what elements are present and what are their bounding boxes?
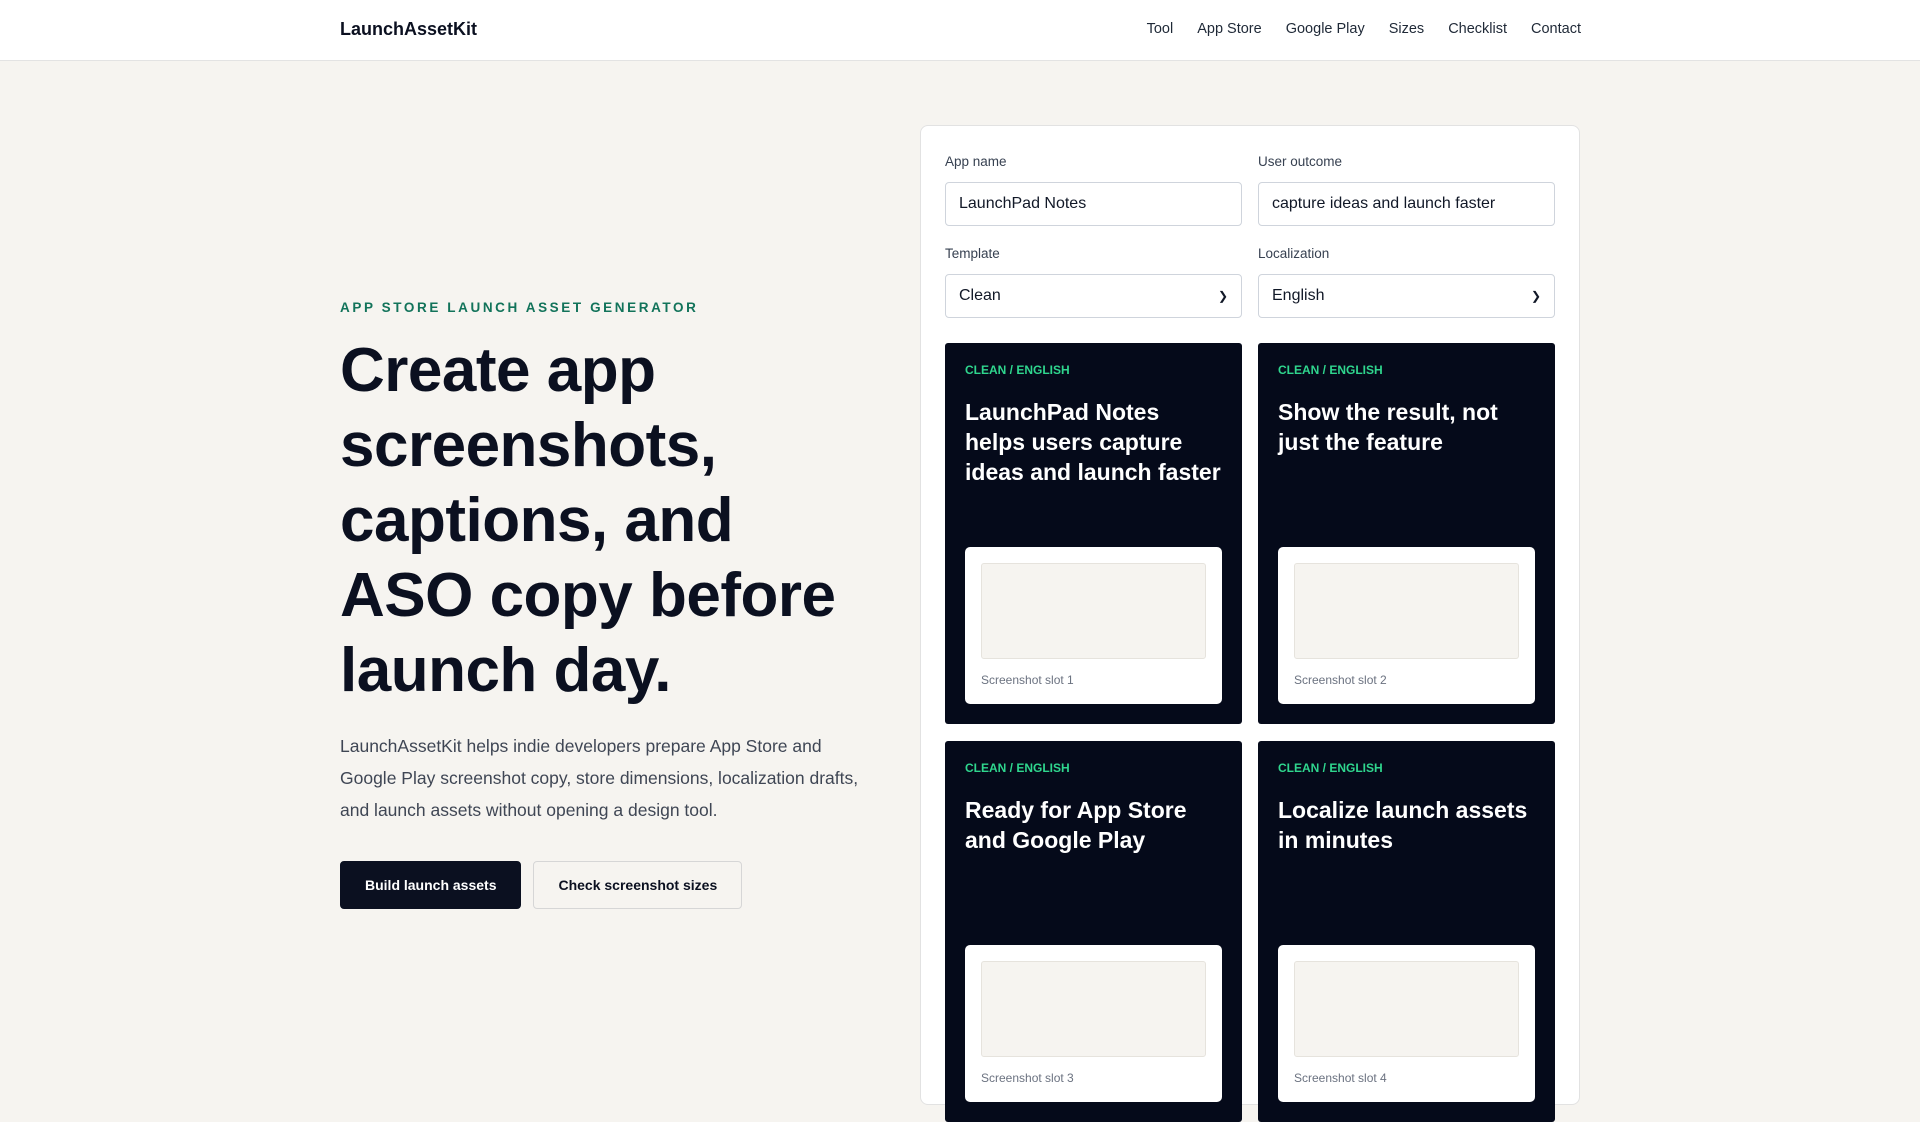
template-label: Template [945, 246, 1000, 261]
nav-link-sizes[interactable]: Sizes [1389, 21, 1424, 37]
user-outcome-label: User outcome [1258, 154, 1343, 169]
app-name-label: App name [945, 154, 1007, 169]
nav-link-app-store[interactable]: App Store [1197, 21, 1262, 37]
top-navigation-bar: LaunchAssetKit Tool App Store Google Pla… [0, 0, 1920, 61]
localization-select-value: English [1272, 287, 1325, 304]
template-select-value: Clean [959, 287, 1001, 304]
screenshot-slot-label: Screenshot slot 1 [981, 673, 1074, 687]
localization-select[interactable]: English ❯ [1258, 274, 1555, 318]
card-headline: Localize launch assets in minutes [1278, 797, 1528, 853]
preview-card-4: CLEAN / ENGLISH Localize launch assets i… [1258, 741, 1555, 1122]
brand-logo[interactable]: LaunchAssetKit [340, 19, 477, 40]
hero-description: LaunchAssetKit helps indie developers pr… [340, 736, 859, 820]
chevron-down-icon: ❯ [1530, 289, 1541, 303]
screenshot-frame: Screenshot slot 1 [965, 547, 1222, 704]
screenshot-placeholder[interactable] [1294, 961, 1519, 1057]
hero-title: Create app screenshots, captions, and AS… [340, 336, 836, 705]
card-headline: Ready for App Store and Google Play [965, 797, 1187, 853]
preview-card-1: CLEAN / ENGLISH LaunchPad Notes helps us… [945, 343, 1242, 724]
nav-link-checklist[interactable]: Checklist [1448, 21, 1507, 37]
card-tag: CLEAN / ENGLISH [965, 761, 1070, 775]
screenshot-placeholder[interactable] [1294, 563, 1519, 659]
build-launch-assets-button[interactable]: Build launch assets [340, 861, 522, 909]
screenshot-slot-label: Screenshot slot 3 [981, 1071, 1074, 1085]
card-tag: CLEAN / ENGLISH [1278, 761, 1383, 775]
hero-eyebrow: App Store Launch Asset Generator [340, 300, 699, 315]
card-headline: Show the result, not just the feature [1278, 399, 1498, 455]
main-nav: Tool App Store Google Play Sizes Checkli… [1147, 21, 1581, 37]
screenshot-placeholder[interactable] [981, 563, 1206, 659]
template-select[interactable]: Clean ❯ [945, 274, 1242, 318]
localization-label: Localization [1258, 246, 1330, 261]
screenshot-slot-label: Screenshot slot 2 [1294, 673, 1387, 687]
nav-link-google-play[interactable]: Google Play [1286, 21, 1365, 37]
screenshot-slot-label: Screenshot slot 4 [1294, 1071, 1387, 1085]
nav-link-contact[interactable]: Contact [1531, 21, 1581, 37]
hero-actions: Build launch assets Check screenshot siz… [340, 861, 880, 909]
card-tag: CLEAN / ENGLISH [965, 363, 1070, 377]
hero-section: App Store Launch Asset Generator Create … [340, 300, 880, 909]
user-outcome-input[interactable]: capture ideas and launch faster [1258, 182, 1555, 226]
check-screenshot-sizes-button[interactable]: Check screenshot sizes [533, 861, 743, 909]
card-headline: LaunchPad Notes helps users capture idea… [965, 399, 1221, 485]
card-tag: CLEAN / ENGLISH [1278, 363, 1383, 377]
screenshot-placeholder[interactable] [981, 961, 1206, 1057]
asset-generator-panel: App name LaunchPad Notes User outcome ca… [920, 125, 1580, 1122]
preview-card-3: CLEAN / ENGLISH Ready for App Store and … [945, 741, 1242, 1122]
nav-link-tool[interactable]: Tool [1147, 21, 1174, 37]
screenshot-frame: Screenshot slot 4 [1278, 945, 1535, 1102]
screenshot-frame: Screenshot slot 3 [965, 945, 1222, 1102]
chevron-down-icon: ❯ [1217, 289, 1228, 303]
preview-card-2: CLEAN / ENGLISH Show the result, not jus… [1258, 343, 1555, 724]
app-name-input[interactable]: LaunchPad Notes [945, 182, 1242, 226]
screenshot-frame: Screenshot slot 2 [1278, 547, 1535, 704]
